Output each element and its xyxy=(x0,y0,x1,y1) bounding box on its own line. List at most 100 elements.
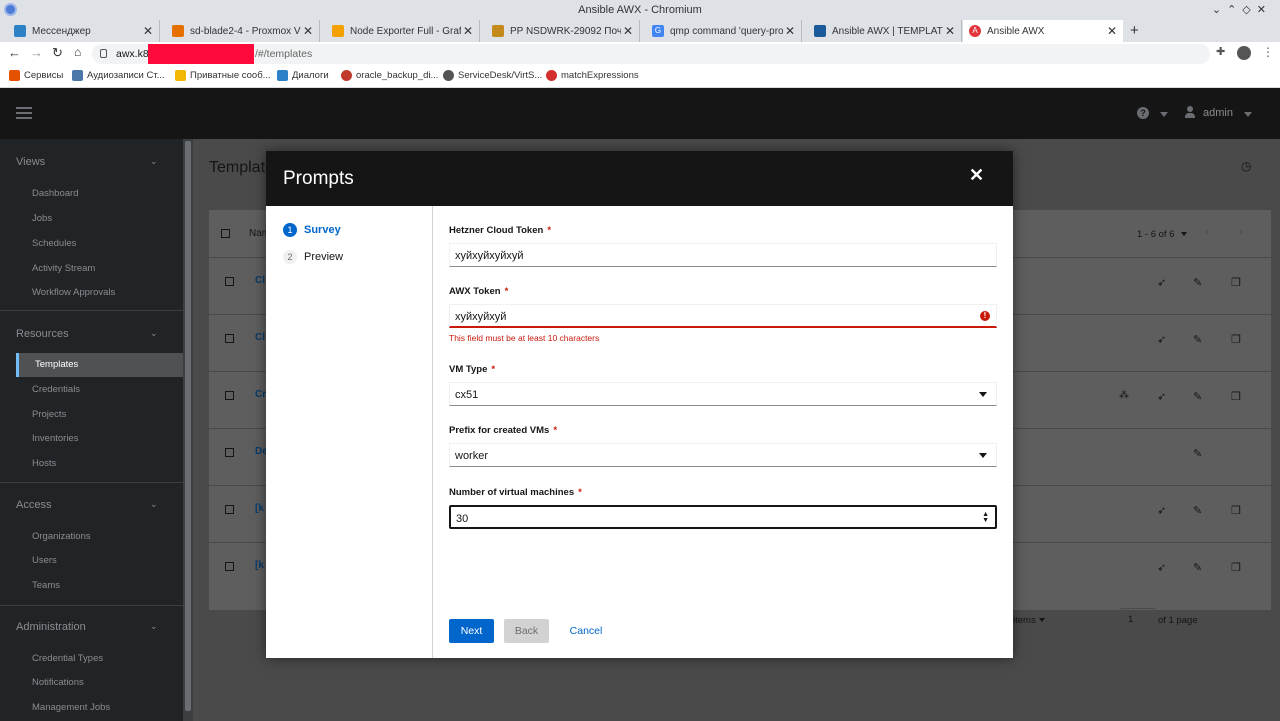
launch-rocket-icon[interactable]: ➶ xyxy=(1157,504,1166,517)
nav-item-management-jobs[interactable]: Management Jobs xyxy=(32,702,110,713)
history-icon[interactable]: ◷ xyxy=(1241,159,1251,173)
bookmark-dialogs[interactable]: Диалоги xyxy=(277,70,329,81)
prev-page-icon[interactable]: ‹ xyxy=(1097,612,1101,624)
close-tab-icon[interactable]: ✕ xyxy=(461,24,475,38)
hamburger-menu-icon[interactable] xyxy=(16,107,32,119)
nav-item-organizations[interactable]: Organizations xyxy=(32,531,91,542)
copy-icon[interactable]: ❐ xyxy=(1231,561,1241,574)
nav-item-credentials[interactable]: Credentials xyxy=(32,384,80,395)
nav-item-notifications[interactable]: Notifications xyxy=(32,677,84,688)
bookmark-oracle[interactable]: oracle_backup_di... xyxy=(341,70,438,81)
wizard-step-preview[interactable]: 2 Preview xyxy=(283,250,343,264)
template-name-link[interactable]: Cl xyxy=(255,332,265,343)
copy-icon[interactable]: ❐ xyxy=(1231,390,1241,403)
new-tab-button[interactable]: + xyxy=(1130,22,1139,39)
wizard-step-survey[interactable]: 1 Survey xyxy=(283,223,341,237)
row-checkbox[interactable] xyxy=(225,334,234,343)
chevron-down-icon[interactable]: ⌄ xyxy=(150,621,158,632)
template-name-link[interactable]: Cl xyxy=(255,275,265,286)
caret-down-icon[interactable] xyxy=(1181,232,1187,236)
copy-icon[interactable]: ❐ xyxy=(1231,276,1241,289)
browser-menu-icon[interactable]: ⋮ xyxy=(1262,45,1274,59)
scrollbar-thumb[interactable] xyxy=(185,141,191,711)
address-bar[interactable]: awx.k8s /#/templates xyxy=(92,44,1210,64)
close-tab-icon[interactable]: ✕ xyxy=(783,24,797,38)
row-checkbox[interactable] xyxy=(225,448,234,457)
select-all-checkbox[interactable] xyxy=(221,229,230,238)
chevron-down-icon[interactable]: ⌄ xyxy=(150,156,158,167)
close-tab-icon[interactable]: ✕ xyxy=(301,24,315,38)
nav-item-projects[interactable]: Projects xyxy=(32,409,66,420)
nav-item-activity-stream[interactable]: Activity Stream xyxy=(32,263,95,274)
extensions-icon[interactable]: ✚ xyxy=(1216,45,1225,58)
home-icon[interactable]: ⌂ xyxy=(74,45,81,59)
tab-pochta[interactable]: PP NSDWRK-29092 Почта Ро✕ xyxy=(486,20,640,42)
close-tab-icon[interactable]: ✕ xyxy=(141,24,155,38)
bookmark-private[interactable]: Приватные сооб... xyxy=(175,70,271,81)
number-spinner-icon[interactable]: ▲ ▼ xyxy=(982,511,989,524)
next-page-icon[interactable]: › xyxy=(1212,612,1216,624)
workflow-visualizer-icon[interactable]: ⁂ xyxy=(1119,390,1129,401)
row-checkbox[interactable] xyxy=(225,562,234,571)
edit-pencil-icon[interactable]: ✎ xyxy=(1193,504,1202,517)
forward-icon[interactable]: → xyxy=(30,45,43,60)
nav-item-hosts[interactable]: Hosts xyxy=(32,458,56,469)
reload-icon[interactable]: ↻ xyxy=(52,45,63,61)
awx-token-input[interactable]: хуйхуйхуй! xyxy=(449,304,997,328)
row-checkbox[interactable] xyxy=(225,505,234,514)
nav-group-access[interactable]: Access xyxy=(16,499,51,511)
chevron-down-icon[interactable]: ⌄ xyxy=(150,499,158,510)
close-icon[interactable]: ✕ xyxy=(969,165,984,186)
row-checkbox[interactable] xyxy=(225,277,234,286)
nav-item-credential-types[interactable]: Credential Types xyxy=(32,653,103,664)
next-page-icon[interactable]: › xyxy=(1239,226,1243,238)
user-menu[interactable]: admin xyxy=(1203,107,1233,119)
sidebar-scrollbar[interactable] xyxy=(183,139,193,721)
bookmark-audio[interactable]: Аудиозаписи Ст... xyxy=(72,70,165,81)
edit-pencil-icon[interactable]: ✎ xyxy=(1193,561,1202,574)
launch-rocket-icon[interactable]: ➶ xyxy=(1157,276,1166,289)
nav-item-jobs[interactable]: Jobs xyxy=(32,213,52,224)
tab-google-search[interactable]: Gqmp command 'query-proxm✕ xyxy=(646,20,802,42)
first-page-icon[interactable]: « xyxy=(1073,612,1079,624)
nav-item-users[interactable]: Users xyxy=(32,555,57,566)
caret-down-icon[interactable] xyxy=(1039,618,1045,622)
edit-pencil-icon[interactable]: ✎ xyxy=(1193,390,1202,403)
window-controls[interactable]: ⌄⌃◇✕ xyxy=(1212,3,1272,16)
profile-avatar-icon[interactable] xyxy=(1237,46,1251,60)
launch-rocket-icon[interactable]: ➶ xyxy=(1157,561,1166,574)
nav-group-administration[interactable]: Administration xyxy=(16,621,86,633)
close-tab-icon[interactable]: ✕ xyxy=(621,24,635,38)
cancel-button[interactable]: Cancel xyxy=(562,619,610,643)
nav-item-inventories[interactable]: Inventories xyxy=(32,433,78,444)
template-name-link[interactable]: [k xyxy=(255,560,264,571)
back-button[interactable]: Back xyxy=(504,619,549,643)
nav-item-workflow-approvals[interactable]: Workflow Approvals xyxy=(32,287,115,298)
prefix-select[interactable]: worker xyxy=(449,443,997,467)
bookmark-matchexpressions[interactable]: matchExpressions xyxy=(546,70,639,81)
tab-messenger[interactable]: Мессенджер ✕ xyxy=(8,20,160,42)
edit-pencil-icon[interactable]: ✎ xyxy=(1193,276,1202,289)
close-tab-icon[interactable]: ✕ xyxy=(1105,24,1119,38)
bookmark-servicedesk[interactable]: ServiceDesk/VirtS... xyxy=(443,70,542,81)
last-page-icon[interactable]: » xyxy=(1231,612,1237,624)
edit-pencil-icon[interactable]: ✎ xyxy=(1193,447,1202,460)
template-name-link[interactable]: [k xyxy=(255,503,264,514)
tab-grafana[interactable]: Node Exporter Full - Grafana✕ xyxy=(326,20,480,42)
nav-item-teams[interactable]: Teams xyxy=(32,580,60,591)
launch-rocket-icon[interactable]: ➶ xyxy=(1157,333,1166,346)
row-checkbox[interactable] xyxy=(225,391,234,400)
page-number-input[interactable]: 1 xyxy=(1121,608,1155,630)
tab-awx-templates[interactable]: Ansible AWX | TEMPLATES✕ xyxy=(808,20,962,42)
user-caret-icon[interactable] xyxy=(1244,112,1252,117)
prev-page-icon[interactable]: ‹ xyxy=(1205,226,1209,238)
hetzner-token-input[interactable]: хуйхуйхуйхуй xyxy=(449,243,997,267)
back-icon[interactable]: ← xyxy=(8,45,21,60)
nav-item-schedules[interactable]: Schedules xyxy=(32,238,76,249)
copy-icon[interactable]: ❐ xyxy=(1231,333,1241,346)
nav-item-dashboard[interactable]: Dashboard xyxy=(32,188,78,199)
close-tab-icon[interactable]: ✕ xyxy=(943,24,957,38)
nav-group-views[interactable]: Views xyxy=(16,156,45,168)
chevron-down-icon[interactable]: ⌄ xyxy=(150,328,158,339)
next-button[interactable]: Next xyxy=(449,619,494,643)
